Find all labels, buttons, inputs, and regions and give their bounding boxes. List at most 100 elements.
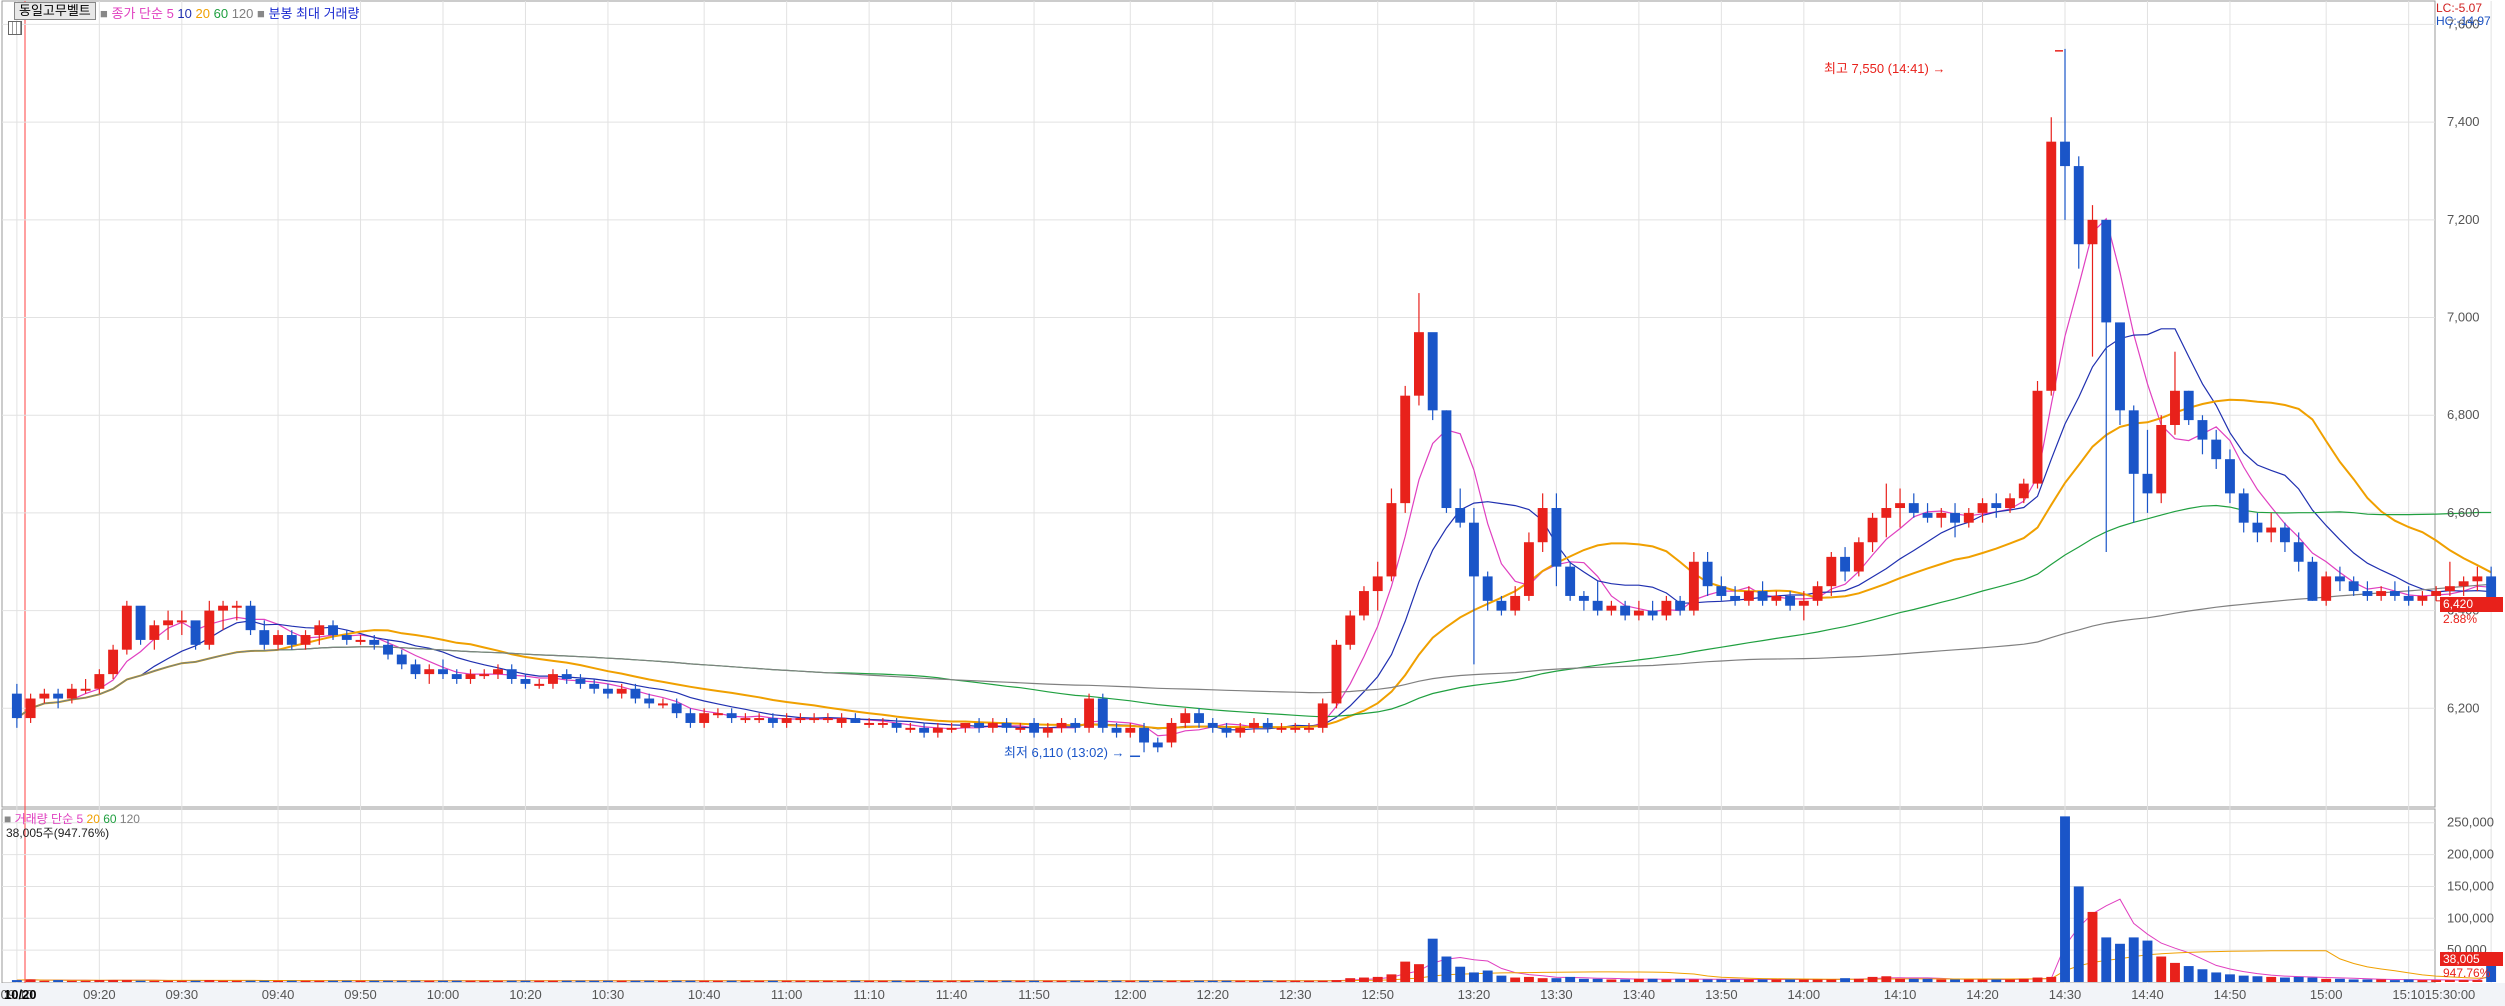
volume-bar: [2417, 980, 2428, 982]
volume-bar: [891, 980, 902, 982]
candle-body: [341, 635, 352, 640]
chart-grid: [0, 0, 2505, 1006]
volume-bar: [1207, 980, 1218, 982]
volume-bar: [1565, 976, 1576, 982]
candle-body: [1523, 542, 1534, 596]
candle-body: [1908, 503, 1919, 513]
candle-body: [740, 718, 751, 721]
volume-bar: [1015, 980, 1026, 982]
candle-body: [1235, 727, 1246, 733]
volume-bar: [1771, 979, 1782, 982]
stock-name-button[interactable]: 동일고무벨트: [14, 2, 96, 20]
volume-bar: [108, 980, 119, 982]
candle-body: [2046, 141, 2057, 391]
volume-bar: [2170, 962, 2180, 982]
time-tick-label: 10:30: [592, 987, 625, 1002]
legend-ma20: 20: [195, 6, 210, 21]
volume-bar: [1867, 976, 1878, 982]
candle-body: [1702, 561, 1713, 587]
volume-bar: [740, 980, 751, 982]
volume-bar: [1070, 980, 1081, 982]
volume-bar: [1578, 978, 1589, 982]
candle-body: [1675, 600, 1686, 611]
candle-body: [1290, 727, 1301, 730]
candle-body: [1194, 713, 1204, 723]
volume-bar: [1840, 978, 1851, 982]
volume-bar: [53, 980, 64, 982]
candle-body: [286, 635, 297, 645]
candle-body: [1056, 722, 1067, 728]
time-tick-label: 14:20: [1966, 987, 1999, 1002]
candle-body: [1317, 703, 1328, 728]
candle-body: [465, 674, 476, 679]
volume-bar: [1427, 938, 1438, 982]
grid-toggle-icon[interactable]: [8, 21, 22, 35]
candle-body: [630, 688, 641, 699]
volume-bar: [493, 980, 503, 982]
candle-body: [2115, 322, 2125, 411]
volume-bar: [1345, 978, 1356, 982]
volume-bar: [231, 980, 242, 982]
candle-body: [767, 718, 778, 723]
volume-bar: [1166, 980, 1177, 982]
volume-bar: [754, 980, 765, 982]
candle-body: [1840, 556, 1851, 572]
candle-body: [2225, 459, 2235, 494]
time-tick-label: 09:50: [344, 987, 377, 1002]
candle-body: [795, 718, 806, 721]
volume-bar: [1551, 978, 1562, 982]
volume-bar: [2115, 943, 2125, 982]
candle-body: [25, 698, 36, 719]
candle-body: [1441, 410, 1452, 509]
volume-bar: [1359, 977, 1369, 982]
candle-body: [1757, 591, 1768, 601]
volume-bar: [1922, 978, 1933, 982]
volume-bar: [1042, 980, 1053, 982]
candle-body: [1468, 522, 1479, 577]
candle-body: [1207, 722, 1218, 728]
volume-bar: [2252, 976, 2263, 982]
volume-bar: [451, 980, 462, 982]
candle-body: [2472, 576, 2483, 582]
volume-bar: [616, 980, 627, 982]
volume-bar: [1496, 975, 1507, 982]
volume-bar: [2362, 979, 2373, 982]
volume-bar: [712, 980, 723, 982]
candle-body: [1414, 332, 1424, 396]
volume-bar: [809, 980, 820, 982]
volume-bar: [135, 980, 146, 982]
candle-body: [1867, 517, 1878, 543]
candle-body: [2128, 410, 2139, 474]
volume-bar: [424, 980, 435, 982]
volume-bar: [520, 980, 531, 982]
volume-bar: [1414, 964, 1424, 982]
candle-body: [2348, 581, 2359, 592]
candle-body: [2197, 420, 2208, 440]
volume-bar: [2211, 972, 2222, 982]
volume-bar: [548, 980, 558, 982]
candle-body: [960, 722, 971, 728]
volume-bar: [561, 980, 572, 982]
time-tick-label: 09:20: [83, 987, 116, 1002]
candle-body: [864, 722, 875, 725]
candle-body: [836, 718, 847, 723]
volume-bar: [1716, 979, 1727, 982]
time-tick-label: 11:00: [771, 987, 803, 1002]
candle-body: [11, 693, 22, 719]
volume-bar: [300, 980, 311, 982]
price-tick-label: 6,800: [2447, 407, 2480, 422]
volume-bar: [190, 980, 201, 982]
candle-body: [2403, 595, 2414, 601]
candle-body: [726, 713, 737, 719]
volume-bar: [1826, 979, 1837, 982]
volume-bar: [465, 980, 476, 982]
candle-body: [1565, 566, 1576, 596]
candle-body: [1798, 600, 1809, 606]
volume-bar: [2321, 978, 2332, 982]
candle-body: [1578, 595, 1589, 601]
volume-bar: [1001, 980, 1012, 982]
candle-body: [2101, 219, 2112, 323]
volume-bar: [836, 980, 847, 982]
time-tick-label: 11:50: [1018, 987, 1050, 1002]
ma60-line: [16, 504, 2492, 719]
